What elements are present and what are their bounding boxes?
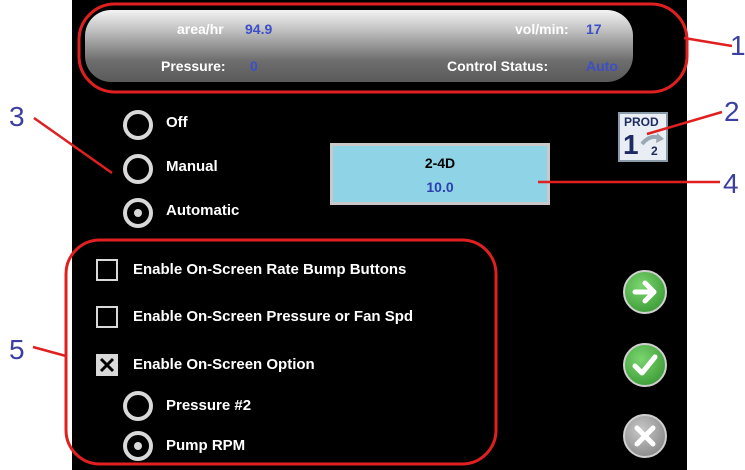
callout-1-line — [683, 36, 733, 48]
callout-overlay — [32, 2, 733, 466]
callout-number-3: 3 — [9, 101, 25, 132]
callout-5-outline — [64, 238, 498, 466]
callout-number-4: 4 — [723, 168, 739, 199]
callout-2-line — [646, 110, 723, 136]
callout-number-2: 2 — [724, 96, 740, 127]
callout-number-5: 5 — [9, 334, 25, 365]
callout-5-line — [32, 345, 67, 358]
callout-3-line — [33, 116, 113, 175]
callout-1-outline — [77, 2, 689, 94]
callout-number-1: 1 — [730, 30, 745, 61]
